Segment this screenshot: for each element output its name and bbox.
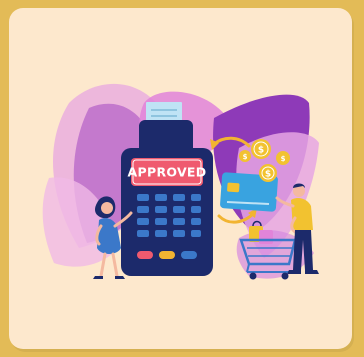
illustration-card: APPROVED $ $ $ $ [9,8,352,349]
coin-icon: $ [251,139,271,159]
svg-text:$: $ [281,155,286,163]
approved-label: APPROVED [128,165,207,180]
svg-text:$: $ [258,146,264,156]
svg-text:$: $ [243,153,248,161]
svg-text:$: $ [265,170,271,180]
key-cancel [137,251,153,259]
coin-icon: $ [259,164,277,182]
payment-approved-illustration: APPROVED $ $ $ $ [42,83,319,280]
key-enter [181,251,197,259]
coin-icon: $ [239,150,251,162]
key-clear [159,251,175,259]
coin-icon: $ [276,151,290,165]
top-border [0,0,364,8]
